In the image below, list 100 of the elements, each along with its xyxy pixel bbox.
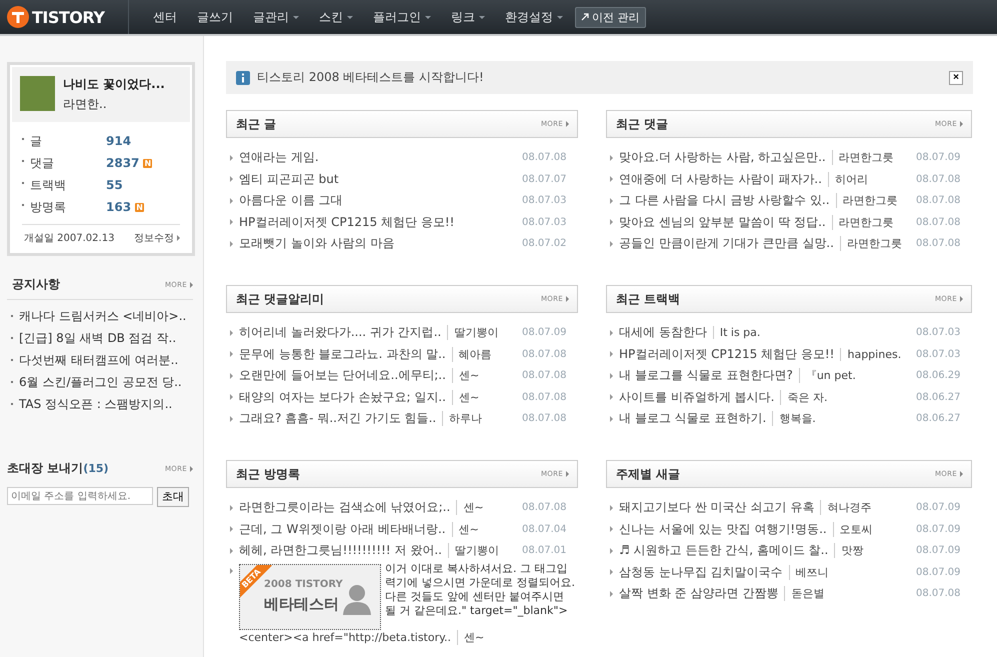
entry-date: 08.07.09: [522, 327, 568, 338]
blog-owner-name: 라면한..: [63, 96, 108, 113]
entry-link[interactable]: 내 블로그 식물로 표현하기.: [619, 410, 766, 428]
panel-title: 최근 트랙백: [616, 290, 680, 308]
entry-link[interactable]: 맞아요 센님의 앞부분 말씀이 딱 정답..: [619, 214, 826, 231]
bullet-icon: [610, 176, 613, 182]
nav-menu-item[interactable]: 센터: [143, 8, 187, 26]
author-name: happines.: [840, 348, 902, 361]
panel-title: 최근 댓글: [616, 116, 668, 132]
bullet-icon: [230, 330, 233, 336]
bullet-icon: [610, 351, 613, 358]
author-name: 센~: [452, 390, 480, 405]
entry-link[interactable]: 살짝 변화 준 삼양라면 간짬뽕: [619, 585, 778, 602]
nav-menu-item[interactable]: 환경설정: [495, 8, 573, 26]
nav-menu-item[interactable]: 플러그인: [363, 8, 441, 26]
stat-value[interactable]: 914: [106, 134, 132, 148]
entry-link[interactable]: HP컬러레이저젯 CP1215 체험단 응모!!: [619, 346, 834, 363]
bullet-icon: [230, 394, 233, 400]
entry-link[interactable]: 맞아요.더 사랑하는 사람, 하고싶은만..: [619, 149, 826, 166]
arrow-icon: [190, 466, 193, 472]
bullet-icon: [610, 219, 613, 226]
arrow-icon: [177, 235, 180, 241]
entry-link[interactable]: 모래뺏기 놀이와 사람의 마음: [239, 235, 394, 252]
entry-date: 08.07.08: [522, 348, 568, 360]
author-name: 센~: [457, 630, 484, 645]
entry-link[interactable]: HP컬러레이저젯 CP1215 체험단 응모!!: [239, 214, 454, 231]
panel-title: 최근 글: [236, 116, 276, 132]
entry-link[interactable]: <center><a href="http://beta.tistory..: [239, 631, 452, 644]
entry-link[interactable]: 대세에 동참한다: [619, 324, 707, 342]
bullet-icon: [230, 219, 233, 226]
author-name: 히어리: [828, 172, 868, 187]
entry-date: 08.07.09: [916, 545, 962, 556]
author-name: 베쯔니: [788, 564, 829, 580]
entry-link[interactable]: 헤헤, 라면한그릇님!!!!!!!!!! 저 왔어..: [239, 542, 442, 560]
entry-link[interactable]: 라면한그릇이라는 검색쇼에 낚였어요;..: [239, 499, 450, 516]
entry-date: 08.07.09: [916, 524, 962, 535]
opened-date: 개설일 2007.02.13: [24, 232, 116, 245]
entry-link[interactable]: 오랜만에 들어보는 단어네요..에무티;..: [239, 367, 446, 384]
entry-date: 08.07.08: [522, 152, 568, 164]
entry-date: 08.07.08: [916, 238, 962, 250]
close-button[interactable]: ×: [949, 70, 963, 84]
entry-link[interactable]: 그 다른 사람을 다시 금방 사랑할수 있..: [619, 192, 830, 210]
entry-date: 08.07.03: [522, 216, 568, 228]
bullet-icon: [230, 568, 233, 574]
notice-link[interactable]: 6월 스킨/플러그인 공모전 당..: [19, 374, 182, 391]
bullet-icon: [610, 590, 613, 597]
entry-link[interactable]: 그래요? 흠흠- 뭐..저긴 가기도 힘들..: [239, 410, 436, 428]
arrow-icon: [190, 282, 193, 288]
old-admin-button[interactable]: 이전 관리: [575, 6, 646, 28]
author-name: 딸기뽕이: [447, 325, 498, 340]
nav-menu-item[interactable]: 링크: [441, 8, 495, 26]
bullet-icon: [610, 198, 613, 204]
entry-link[interactable]: 태양의 여자는 보다가 손놨구요; 일지..: [239, 388, 446, 406]
stat-value[interactable]: 55: [106, 178, 123, 192]
stat-value[interactable]: 2837: [106, 156, 140, 170]
notice-link[interactable]: [긴급] 8일 새벽 DB 점검 작..: [19, 330, 176, 347]
entry-link[interactable]: 아름다운 이름 그대: [239, 192, 343, 210]
bullet-icon: [230, 416, 233, 422]
arrow-icon: [960, 121, 963, 127]
entry-link[interactable]: 연애라는 게임.: [239, 149, 319, 166]
nav-menu-item[interactable]: 글관리: [243, 8, 309, 26]
entry-date: 08.07.04: [522, 524, 568, 535]
entry-date: 08.07.07: [522, 174, 568, 185]
arrow-icon: [566, 121, 569, 127]
author-name: 라면한그릇: [832, 214, 894, 230]
notice-link[interactable]: 캐나다 드림서커스 <네비아>..: [19, 308, 186, 325]
entry-date: 08.07.08: [522, 502, 568, 514]
entry-link[interactable]: 공들인 만큼이란게 기대가 큰만큼 실망..: [619, 235, 834, 252]
entry-link[interactable]: ♬ 시원하고 든든한 간식, 홈메이드 찰..: [619, 542, 828, 560]
blog-title: 나비도 꽃이었다...: [63, 76, 165, 93]
entry-date: 08.07.03: [522, 195, 568, 206]
nav-menu-item[interactable]: 글쓰기: [187, 8, 243, 26]
entry-link[interactable]: 히어리네 놀러왔다가.... 귀가 간지럽..: [239, 324, 442, 342]
entry-link[interactable]: 이거 이대로 복사하셔서요. 그 태그입력기에 넣으시면 가운데로 정렬되어요. 다른 것들도 앞에 센터만 붙여주시면 될 거 같은데요." target="_blank">: [385, 562, 575, 618]
entry-link[interactable]: 근데, 그 W위젯이랑 아래 베타배너랑..: [239, 520, 446, 538]
bullet-icon: [230, 176, 233, 182]
author-name: 행복을.: [772, 411, 816, 426]
entry-link[interactable]: 사이트를 비쥬얼하게 봅시다.: [619, 388, 774, 406]
info-icon: [236, 70, 250, 84]
entry-date: 08.07.08: [522, 370, 568, 382]
notice-link[interactable]: TAS 정식오픈 : 스팸방지의..: [19, 396, 172, 413]
entry-link[interactable]: 연애중에 더 사랑하는 사람이 패자가..: [619, 170, 822, 188]
invite-button[interactable]: 초대: [157, 487, 189, 507]
entry-link[interactable]: 엠티 피곤피곤 but: [239, 170, 339, 188]
invite-count: (15): [83, 462, 109, 475]
bullet-icon: [610, 154, 613, 161]
entry-link[interactable]: 내 블로그를 식물로 표현한다면?: [619, 367, 793, 384]
edit-info-link[interactable]: 정보수정: [134, 231, 174, 245]
notice-link[interactable]: 다섯번째 태터캠프에 여러분..: [19, 352, 178, 369]
entry-date: 08.07.01: [522, 545, 568, 556]
entry-link[interactable]: 신나는 서울에 있는 맛집 여행기!명동..: [619, 520, 827, 538]
email-input-field[interactable]: 이메일 주소를 입력하세요.: [7, 487, 153, 505]
entry-link[interactable]: 돼지고기보다 싼 미국산 쇠고기 유혹: [619, 499, 814, 516]
stat-value[interactable]: 163: [106, 200, 132, 214]
nav-menu-item[interactable]: 스킨: [309, 8, 363, 26]
entry-link[interactable]: 문무에 능통한 블로그라뇨. 과찬의 말..: [239, 346, 446, 363]
entry-link[interactable]: 삼청동 눈나무집 김치말이국수: [619, 564, 783, 581]
arrow-icon: [581, 13, 589, 21]
panel-title: 주제별 새글: [616, 466, 680, 482]
logo-text[interactable]: TISTORY: [32, 8, 104, 26]
